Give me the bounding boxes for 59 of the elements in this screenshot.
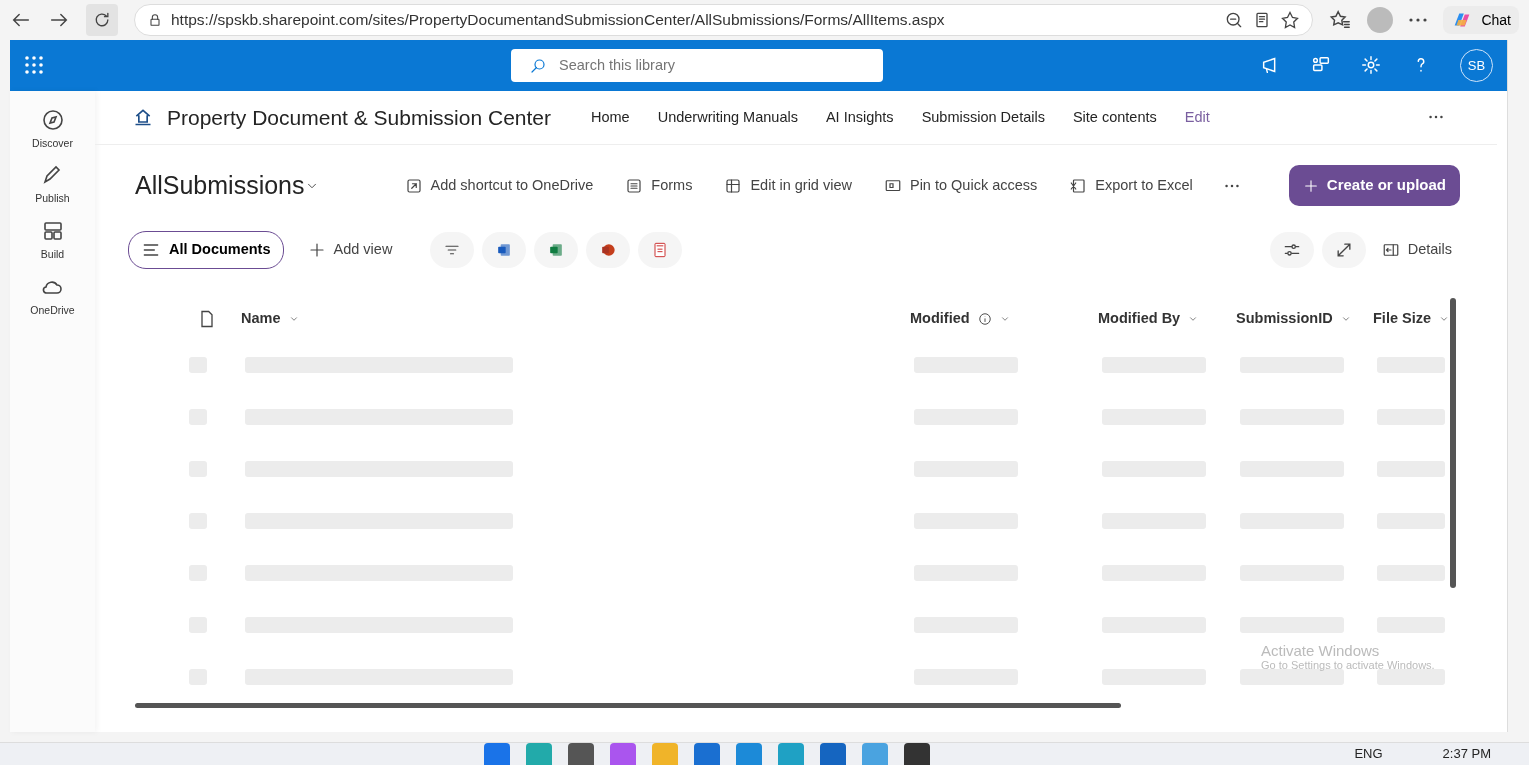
- sliders-button[interactable]: [1269, 231, 1314, 268]
- rail-item[interactable]: Publish: [29, 162, 76, 209]
- command-button[interactable]: Add shortcut to OneDrive: [396, 168, 602, 203]
- nav-link[interactable]: Edit: [1184, 106, 1210, 129]
- favorites-icon: [1329, 9, 1352, 31]
- clock[interactable]: 2:37 PM: [1442, 744, 1491, 764]
- activation-notice-title: Activate Windows: [1261, 642, 1381, 660]
- address-bar[interactable]: https://spskb.sharepoint.com/sites/PropertyDocumentandSubmissionCenter/AllSubmissions/Forms/AllItems.aspx: [134, 4, 1314, 36]
- reload-button[interactable]: [86, 4, 118, 36]
- shortcut-icon: [404, 176, 423, 195]
- site-title: Property Document & Submission Center: [167, 104, 551, 131]
- app-launcher-icon[interactable]: [24, 55, 44, 76]
- nav-link[interactable]: Home: [591, 106, 630, 129]
- details-button[interactable]: Details: [1373, 232, 1460, 267]
- settings-icon: [1360, 54, 1382, 77]
- command-button[interactable]: Pin to Quick access: [875, 168, 1046, 203]
- column-header[interactable]: File Size: [1373, 307, 1432, 330]
- column-header[interactable]: Modified By: [1098, 307, 1181, 330]
- url-text: https://spskb.sharepoint.com/sites/PropertyDocumentandSubmissionCenter/AllSubmissions/Forms/AllItems.aspx: [171, 10, 946, 31]
- command-button[interactable]: Export to Excel: [1061, 168, 1201, 203]
- table-icon: [724, 176, 743, 195]
- scrollbar[interactable]: [1450, 298, 1456, 588]
- create-button[interactable]: Create or upload: [1288, 165, 1460, 206]
- view-selector[interactable]: All Documents: [128, 230, 284, 269]
- rail-item[interactable]: Discover: [26, 106, 79, 153]
- nav-link[interactable]: Site contents: [1072, 106, 1157, 129]
- more-icon[interactable]: [1409, 18, 1428, 22]
- lock-icon: [147, 12, 163, 28]
- nav-link[interactable]: AI Insights: [825, 106, 894, 129]
- form-icon: [625, 176, 644, 195]
- compass-icon: [40, 107, 65, 132]
- scrollbar[interactable]: [135, 702, 1121, 708]
- library-title[interactable]: AllSubmissions: [135, 166, 305, 205]
- column-header[interactable]: Name: [241, 307, 281, 330]
- star-icon: [1280, 10, 1301, 30]
- profile-icon[interactable]: [1367, 7, 1394, 33]
- search-field[interactable]: Search this library: [511, 48, 883, 82]
- more-icon[interactable]: [1429, 115, 1443, 120]
- chat-button[interactable]: Chat: [1443, 6, 1519, 34]
- rail-item[interactable]: OneDrive: [24, 273, 81, 320]
- language-indicator[interactable]: ENG: [1354, 744, 1383, 764]
- file-type-filter[interactable]: [482, 231, 527, 268]
- rail-item[interactable]: Build: [34, 218, 71, 264]
- more-icon[interactable]: [1224, 183, 1239, 188]
- column-header[interactable]: Modified: [910, 307, 970, 330]
- plus-icon: [1302, 177, 1319, 194]
- expand-button[interactable]: [1321, 231, 1366, 268]
- nav-link[interactable]: Underwriting Manuals: [657, 106, 798, 129]
- command-button[interactable]: Forms: [617, 168, 701, 203]
- add-view-button[interactable]: Add view: [299, 232, 401, 267]
- site-logo-icon: [133, 107, 153, 128]
- file-type-filter[interactable]: [638, 231, 683, 268]
- command-button[interactable]: Edit in grid view: [716, 168, 860, 203]
- file-type-filter[interactable]: [534, 231, 579, 268]
- nav-link[interactable]: Submission Details: [921, 106, 1045, 129]
- file-type-filter[interactable]: [586, 231, 631, 268]
- activation-notice-text: Go to Settings to activate Windows.: [1261, 659, 1435, 672]
- filter-button[interactable]: [430, 231, 475, 268]
- column-header[interactable]: SubmissionID: [1236, 307, 1333, 330]
